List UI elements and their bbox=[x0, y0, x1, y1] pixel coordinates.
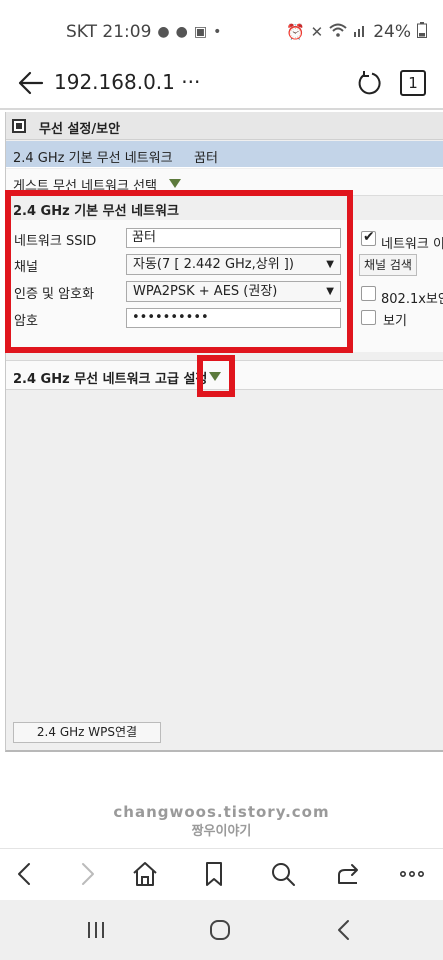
android-nav-bar bbox=[0, 900, 443, 960]
watermark-url: changwoos.tistory.com bbox=[113, 803, 330, 821]
network-row[interactable]: 2.4 GHz 기본 무선 네트워크 꿈터 bbox=[6, 141, 443, 168]
channel-scan-button[interactable]: 채널 검색 bbox=[359, 254, 417, 276]
hide-network-label: 네트워크 이 bbox=[381, 237, 443, 252]
message-icon: ● bbox=[175, 24, 188, 40]
home-button-icon[interactable] bbox=[206, 916, 234, 944]
toolbar-divider bbox=[0, 108, 443, 110]
tab-count-button[interactable]: 1 bbox=[400, 70, 426, 96]
window-icon bbox=[12, 119, 26, 133]
wifi-icon bbox=[329, 23, 347, 41]
browser-toolbar: 192.168.0.1 ··· 1 bbox=[0, 62, 443, 110]
battery-percent: 24% bbox=[373, 22, 411, 42]
dot1x-checkbox[interactable] bbox=[361, 286, 376, 301]
browser-bottom-bar bbox=[0, 848, 443, 900]
reload-icon[interactable] bbox=[356, 70, 382, 96]
expand-triangle-icon[interactable] bbox=[169, 179, 181, 188]
back-icon[interactable] bbox=[10, 859, 40, 889]
system-back-icon[interactable] bbox=[330, 916, 358, 944]
alarm-icon: ⏰ bbox=[285, 23, 305, 41]
back-arrow-icon[interactable] bbox=[16, 68, 46, 98]
signal-icon bbox=[353, 23, 367, 41]
hide-network-checkbox[interactable] bbox=[361, 229, 376, 246]
image-icon: ▣ bbox=[193, 24, 208, 40]
search-icon[interactable] bbox=[268, 859, 298, 889]
status-left: SKT 21:09 ● ● ▣ • bbox=[66, 22, 221, 42]
more-options-icon[interactable] bbox=[397, 859, 427, 889]
watermark-name: 짱우이야기 bbox=[191, 824, 252, 839]
network-row-ssid: 꿈터 bbox=[194, 151, 218, 166]
talk-icon: ● bbox=[157, 24, 170, 40]
share-icon[interactable] bbox=[333, 859, 363, 889]
network-row-label: 2.4 GHz 기본 무선 네트워크 bbox=[13, 151, 173, 166]
forward-icon[interactable] bbox=[72, 859, 102, 889]
bookmark-icon[interactable] bbox=[199, 859, 229, 889]
section-title: 무선 설정/보안 bbox=[39, 122, 121, 137]
wps-connect-button[interactable]: 2.4 GHz WPS연결 bbox=[13, 722, 161, 743]
carrier-time: SKT 21:09 bbox=[66, 22, 152, 42]
status-bar: SKT 21:09 ● ● ▣ • ⏰ ✕ 24% bbox=[0, 0, 443, 62]
battery-icon bbox=[417, 22, 427, 42]
show-password-checkbox[interactable] bbox=[361, 310, 376, 325]
advanced-settings-label: 2.4 GHz 무선 네트워크 고급 설정 bbox=[13, 372, 208, 387]
home-icon[interactable] bbox=[130, 859, 160, 889]
address-bar-url[interactable]: 192.168.0.1 ··· bbox=[54, 70, 200, 94]
mute-icon: ✕ bbox=[310, 23, 324, 41]
section-header: 무선 설정/보안 bbox=[6, 112, 443, 140]
status-right: ⏰ ✕ 24% bbox=[286, 22, 427, 42]
recent-apps-icon[interactable] bbox=[82, 916, 110, 944]
show-password-label: 보기 bbox=[383, 314, 407, 329]
annotation-box-arrow bbox=[197, 355, 235, 397]
annotation-box-form bbox=[5, 190, 353, 353]
dot-icon: • bbox=[213, 24, 222, 40]
dot1x-label: 802.1x보안 bbox=[381, 292, 443, 307]
